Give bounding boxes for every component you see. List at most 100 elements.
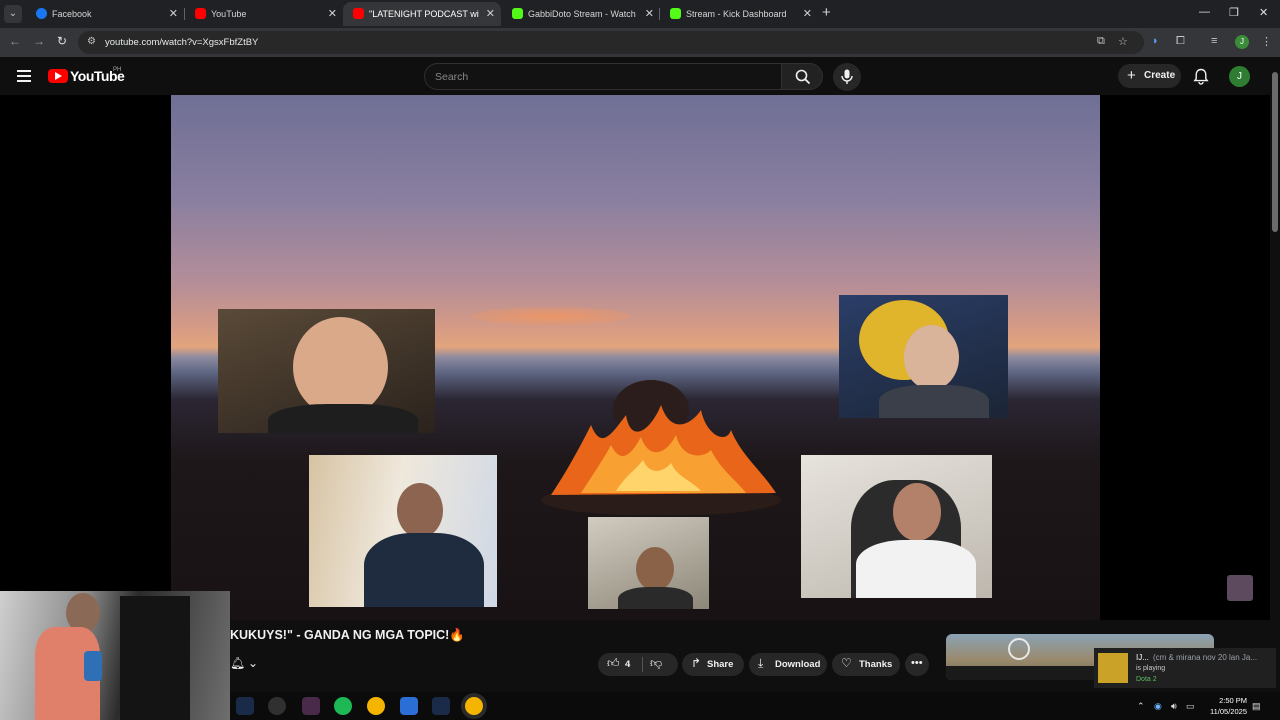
guest-camera-3 xyxy=(309,455,497,607)
video-frame[interactable] xyxy=(171,95,1100,620)
download-icon: ⤓ xyxy=(758,656,764,670)
download-label: Download xyxy=(775,659,821,670)
bookmark-star-icon[interactable]: ☆ xyxy=(1118,35,1128,48)
extensions-puzzle-icon[interactable]: ⧠ xyxy=(1176,35,1185,48)
tab-title: GabbiDoto Stream - Watch Live xyxy=(528,9,638,19)
browser-profile-avatar[interactable]: J xyxy=(1235,35,1249,49)
forward-icon[interactable]: → xyxy=(33,34,45,48)
guest-camera-5 xyxy=(801,455,992,598)
clock-time: 2:50 PM xyxy=(1219,696,1247,705)
vscode-taskbar-icon-2[interactable] xyxy=(432,697,450,715)
notifications-bell-icon[interactable] xyxy=(1193,68,1209,85)
facebook-icon xyxy=(36,8,47,19)
url-text[interactable]: youtube.com/watch?v=XgsxFbfZtBY xyxy=(105,37,258,48)
youtube-header: YouTube PH Search + Create J xyxy=(0,57,1280,95)
search-placeholder: Search xyxy=(435,71,469,83)
app-taskbar-icon[interactable] xyxy=(268,697,286,715)
guest-camera-1 xyxy=(218,309,435,433)
reload-icon[interactable]: ↻ xyxy=(57,34,67,48)
site-info-icon[interactable]: ⚙ xyxy=(87,36,96,47)
install-app-icon[interactable]: ⧉ xyxy=(1097,35,1105,48)
tab-youtube[interactable]: YouTube ✕ xyxy=(185,2,343,26)
like-dislike-group: 👍︎ 4 👎︎ xyxy=(598,653,678,676)
address-bar[interactable]: ⚙ youtube.com/watch?v=XgsxFbfZtBY xyxy=(78,31,1144,54)
create-label: Create xyxy=(1144,70,1176,81)
page-scrollbar[interactable] xyxy=(1270,57,1280,720)
chrome-active-taskbar-icon[interactable] xyxy=(465,697,483,715)
more-actions-button[interactable]: ••• xyxy=(905,653,929,676)
restore-button[interactable]: ❐ xyxy=(1229,6,1239,19)
system-clock[interactable]: 2:50 PM 11/05/2025 xyxy=(1201,695,1247,717)
thanks-button[interactable]: ♡ Thanks xyxy=(832,653,900,676)
scrollbar-thumb[interactable] xyxy=(1272,72,1278,232)
reading-list-icon[interactable]: ≡ xyxy=(1211,35,1217,47)
tab-search-button[interactable]: ⌄ xyxy=(4,5,22,23)
game-name: Dota 2 xyxy=(1136,676,1157,683)
video-player[interactable] xyxy=(0,95,1270,620)
plus-icon: + xyxy=(1127,67,1136,84)
bell-icon: 🔔︎ xyxy=(230,656,246,670)
share-button[interactable]: ↱ Share xyxy=(682,653,744,676)
sunset-glow xyxy=(471,307,631,325)
tab-gabbidoto-stream[interactable]: GabbiDoto Stream - Watch Live ✕ xyxy=(502,2,660,26)
channel-watermark[interactable] xyxy=(1227,575,1253,601)
like-divider xyxy=(642,657,643,672)
tab-title: Stream - Kick Dashboard xyxy=(686,9,787,19)
close-tab-icon[interactable]: ✕ xyxy=(486,7,495,20)
voice-search-button[interactable] xyxy=(833,63,861,91)
tab-title: YouTube xyxy=(211,9,247,19)
more-dots-icon: ••• xyxy=(911,657,923,669)
user-avatar[interactable]: J xyxy=(1229,66,1250,87)
search-input[interactable]: Search xyxy=(424,63,782,90)
like-count: 4 xyxy=(625,659,631,670)
close-tab-icon[interactable]: ✕ xyxy=(645,7,654,20)
create-button[interactable]: + Create xyxy=(1118,64,1181,88)
chrome-taskbar-icon[interactable] xyxy=(367,697,385,715)
tab-facebook[interactable]: Facebook ✕ xyxy=(26,2,184,26)
extension-icon[interactable]: ◗ xyxy=(1152,35,1159,47)
kick-icon xyxy=(670,8,681,19)
volume-icon[interactable]: 🔊︎ xyxy=(1171,701,1177,712)
close-window-button[interactable]: ✕ xyxy=(1259,6,1268,19)
browser-menu-icon[interactable]: ⋮ xyxy=(1261,35,1272,48)
search-button[interactable] xyxy=(781,63,823,90)
vscode-taskbar-icon[interactable] xyxy=(236,697,254,715)
steam-tray-icon[interactable]: ◉ xyxy=(1154,701,1162,712)
thanks-label: Thanks xyxy=(859,659,893,670)
spotify-taskbar-icon[interactable] xyxy=(334,697,352,715)
new-tab-button[interactable]: + xyxy=(822,4,831,21)
share-icon: ↱ xyxy=(691,656,702,670)
tab-latenight-podcast[interactable]: "LATENIGHT PODCAST with KU ✕ xyxy=(343,2,501,26)
download-button[interactable]: ⤓ Download xyxy=(749,653,827,676)
friend-activity-notification[interactable]: IJ... (cm & mirana nov 20 lan Ja... is p… xyxy=(1094,648,1276,688)
app-taskbar-icon-2[interactable] xyxy=(302,697,320,715)
search-icon xyxy=(795,69,811,85)
guest-camera-2 xyxy=(839,295,1008,418)
guest-camera-4 xyxy=(588,517,709,609)
tab-title: Facebook xyxy=(52,9,92,19)
clock-date: 11/05/2025 xyxy=(1210,707,1247,716)
friend-rich-presence: (cm & mirana nov 20 lan Ja... xyxy=(1153,653,1258,662)
video-title: KUKUYS!" - GANDA NG MGA TOPIC!🔥 xyxy=(230,628,465,642)
tab-title: "LATENIGHT PODCAST with KU xyxy=(369,9,479,19)
tray-overflow-icon[interactable]: ⌃ xyxy=(1137,701,1145,712)
tab-kick-dashboard[interactable]: Stream - Kick Dashboard ✕ xyxy=(660,2,818,26)
youtube-logo-icon[interactable] xyxy=(48,69,68,83)
friend-status: is playing xyxy=(1136,665,1166,672)
microphone-icon xyxy=(841,69,853,84)
close-tab-icon[interactable]: ✕ xyxy=(803,7,812,20)
browser-tab-strip: ⌄ Facebook ✕ YouTube ✕ "LATENIGHT PODCAS… xyxy=(0,0,1280,28)
notification-center-icon[interactable]: ▤ xyxy=(1252,701,1261,712)
kick-icon xyxy=(512,8,523,19)
like-button[interactable]: 👍︎ xyxy=(607,656,620,671)
subscription-bell-button[interactable]: 🔔︎ ⌄ xyxy=(230,653,266,676)
minimize-button[interactable]: — xyxy=(1199,6,1210,18)
network-icon[interactable]: ▭ xyxy=(1186,701,1195,712)
windows-taskbar: ⌃ ◉ 🔊︎ ▭ 2:50 PM 11/05/2025 ▤ xyxy=(230,692,1280,720)
word-taskbar-icon[interactable] xyxy=(400,697,418,715)
back-icon[interactable]: ← xyxy=(9,34,21,48)
close-tab-icon[interactable]: ✕ xyxy=(169,7,178,20)
close-tab-icon[interactable]: ✕ xyxy=(328,7,337,20)
guide-menu-icon[interactable] xyxy=(17,70,31,85)
dislike-button[interactable]: 👎︎ xyxy=(650,656,662,671)
